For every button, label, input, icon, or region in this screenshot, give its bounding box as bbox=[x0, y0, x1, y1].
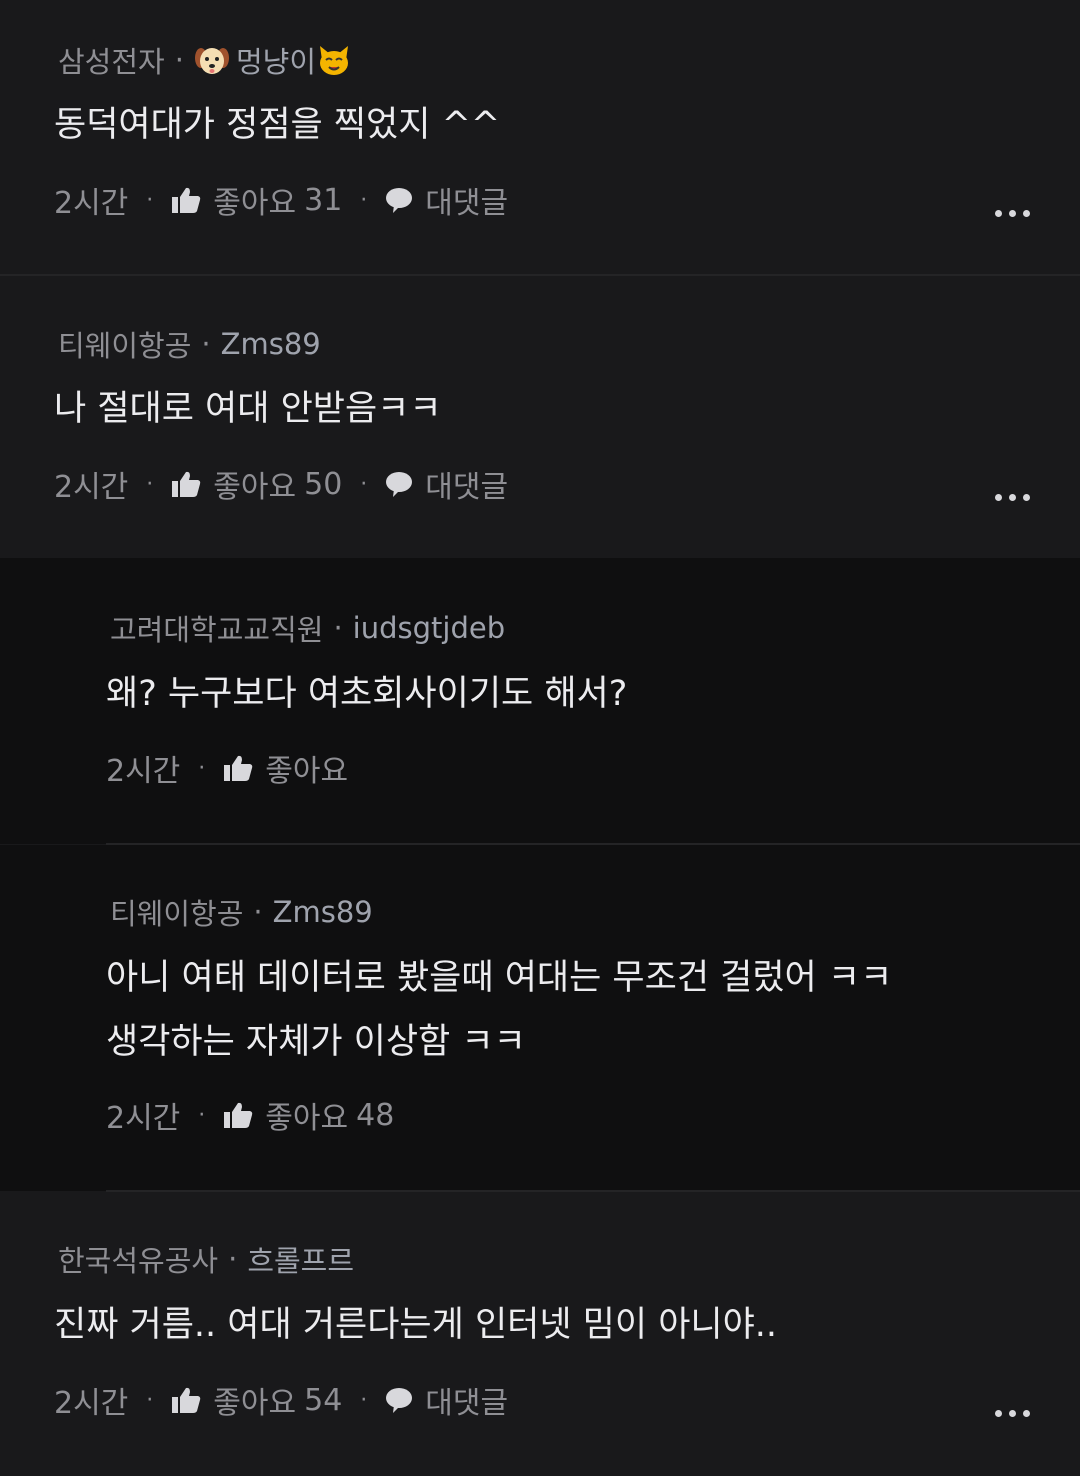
comment-actions: 2시간 · 좋아요 54 · 대댓글 bbox=[54, 1378, 508, 1422]
comment-item: 티웨이항공 · Zms89 나 절대로 여대 안받음ㅋㅋ 2시간 · 좋아요 5… bbox=[0, 276, 1080, 558]
action-separator: · bbox=[360, 471, 368, 497]
reply-button[interactable]: 대댓글 bbox=[425, 178, 508, 222]
comment-time: 2시간 bbox=[106, 1101, 181, 1136]
comment-actions: 2시간 · 좋아요 bbox=[106, 746, 356, 790]
comment-text-line: 아니 여태 데이터로 봤을때 여대는 무조건 걸렀어 ㅋㅋ bbox=[106, 958, 893, 998]
action-separator: · bbox=[198, 1102, 206, 1128]
author-nickname[interactable]: 멍냥이 bbox=[236, 39, 316, 81]
author-nickname[interactable]: iudsgtjdeb bbox=[353, 611, 505, 645]
meta-separator: · bbox=[253, 895, 263, 929]
comment-text: 나 절대로 여대 안받음ㅋㅋ bbox=[54, 389, 442, 429]
more-dots-icon[interactable] bbox=[995, 203, 1030, 223]
action-separator: · bbox=[198, 755, 206, 781]
author-company: 티웨이항공 bbox=[58, 329, 192, 363]
comment-actions: 2시간 · 좋아요 50 · 대댓글 bbox=[54, 462, 508, 506]
reply-item: 티웨이항공 · Zms89 아니 여태 데이터로 봤을때 여대는 무조건 걸렀어… bbox=[0, 845, 1080, 1191]
meta-separator: · bbox=[201, 327, 211, 361]
comment-meta: 티웨이항공 · Zms89 bbox=[58, 324, 321, 364]
reply-button[interactable]: 대댓글 bbox=[425, 462, 508, 506]
meta-separator: · bbox=[333, 611, 343, 645]
author-company: 한국석유공사 bbox=[58, 1244, 219, 1278]
action-separator: · bbox=[360, 187, 368, 213]
author-nickname[interactable]: 흐롤프르 bbox=[247, 1238, 354, 1280]
like-count: 54 bbox=[304, 1382, 343, 1418]
author-company: 고려대학교교직원 bbox=[110, 613, 324, 647]
like-count: 48 bbox=[356, 1097, 395, 1133]
cat-emoji-icon bbox=[320, 46, 348, 75]
like-button[interactable]: 좋아요 bbox=[213, 462, 296, 506]
reply-button[interactable]: 대댓글 bbox=[425, 1378, 508, 1422]
author-company: 삼성전자 bbox=[58, 45, 165, 79]
comment-time: 2시간 bbox=[106, 754, 181, 789]
like-button[interactable]: 좋아요 bbox=[213, 178, 296, 222]
dog-emoji-icon bbox=[194, 48, 229, 74]
thumbs-up-icon[interactable] bbox=[223, 1101, 253, 1129]
thumbs-up-icon[interactable] bbox=[171, 186, 201, 214]
thumbs-up-icon[interactable] bbox=[171, 470, 201, 498]
thumbs-up-icon[interactable] bbox=[223, 754, 253, 782]
like-button[interactable]: 좋아요 bbox=[265, 746, 348, 790]
comment-thread: 삼성전자 · 멍냥이 동덕여대가 정점을 찍었지 ^^ 2시간 · 좋아요 31… bbox=[0, 0, 1080, 1476]
like-count: 50 bbox=[304, 466, 343, 502]
speech-bubble-icon[interactable] bbox=[385, 1387, 413, 1413]
comment-actions: 2시간 · 좋아요 48 bbox=[106, 1093, 394, 1137]
comment-item: 삼성전자 · 멍냥이 동덕여대가 정점을 찍었지 ^^ 2시간 · 좋아요 31… bbox=[0, 0, 1080, 274]
more-dots-icon[interactable] bbox=[995, 1403, 1030, 1423]
speech-bubble-icon[interactable] bbox=[385, 187, 413, 213]
like-count: 31 bbox=[304, 182, 343, 218]
comment-meta: 한국석유공사 · 흐롤프르 bbox=[58, 1239, 354, 1279]
action-separator: · bbox=[146, 471, 154, 497]
comment-text: 진짜 거름.. 여대 거른다는게 인터넷 밈이 아니야.. bbox=[54, 1305, 778, 1345]
comment-meta: 고려대학교교직원 · iudsgtjdeb bbox=[110, 608, 505, 648]
meta-separator: · bbox=[228, 1242, 238, 1276]
comment-time: 2시간 bbox=[54, 1386, 129, 1421]
comment-text: 동덕여대가 정점을 찍었지 ^^ bbox=[54, 105, 501, 145]
comment-meta: 삼성전자 · 멍냥이 bbox=[58, 40, 352, 80]
like-button[interactable]: 좋아요 bbox=[213, 1378, 296, 1422]
more-dots-icon[interactable] bbox=[995, 487, 1030, 507]
like-button[interactable]: 좋아요 bbox=[265, 1093, 348, 1137]
comment-time: 2시간 bbox=[54, 186, 129, 221]
action-separator: · bbox=[146, 1387, 154, 1413]
comment-text: 왜? 누구보다 여초회사이기도 해서? bbox=[106, 674, 628, 714]
action-separator: · bbox=[360, 1387, 368, 1413]
speech-bubble-icon[interactable] bbox=[385, 471, 413, 497]
comment-text-line: 생각하는 자체가 이상함 ㅋㅋ bbox=[106, 1022, 526, 1062]
comment-time: 2시간 bbox=[54, 470, 129, 505]
reply-item: 고려대학교교직원 · iudsgtjdeb 왜? 누구보다 여초회사이기도 해서… bbox=[0, 558, 1080, 844]
thumbs-up-icon[interactable] bbox=[171, 1386, 201, 1414]
comment-text: 아니 여태 데이터로 봤을때 여대는 무조건 걸렀어 ㅋㅋ 생각하는 자체가 이… bbox=[106, 946, 1040, 1074]
comment-meta: 티웨이항공 · Zms89 bbox=[110, 892, 373, 932]
comment-actions: 2시간 · 좋아요 31 · 대댓글 bbox=[54, 178, 508, 222]
author-company: 티웨이항공 bbox=[110, 897, 244, 931]
action-separator: · bbox=[146, 187, 154, 213]
author-nickname[interactable]: Zms89 bbox=[273, 895, 373, 929]
meta-separator: · bbox=[174, 43, 184, 77]
comment-item: 한국석유공사 · 흐롤프르 진짜 거름.. 여대 거른다는게 인터넷 밈이 아니… bbox=[0, 1192, 1080, 1476]
author-nickname[interactable]: Zms89 bbox=[221, 327, 321, 361]
